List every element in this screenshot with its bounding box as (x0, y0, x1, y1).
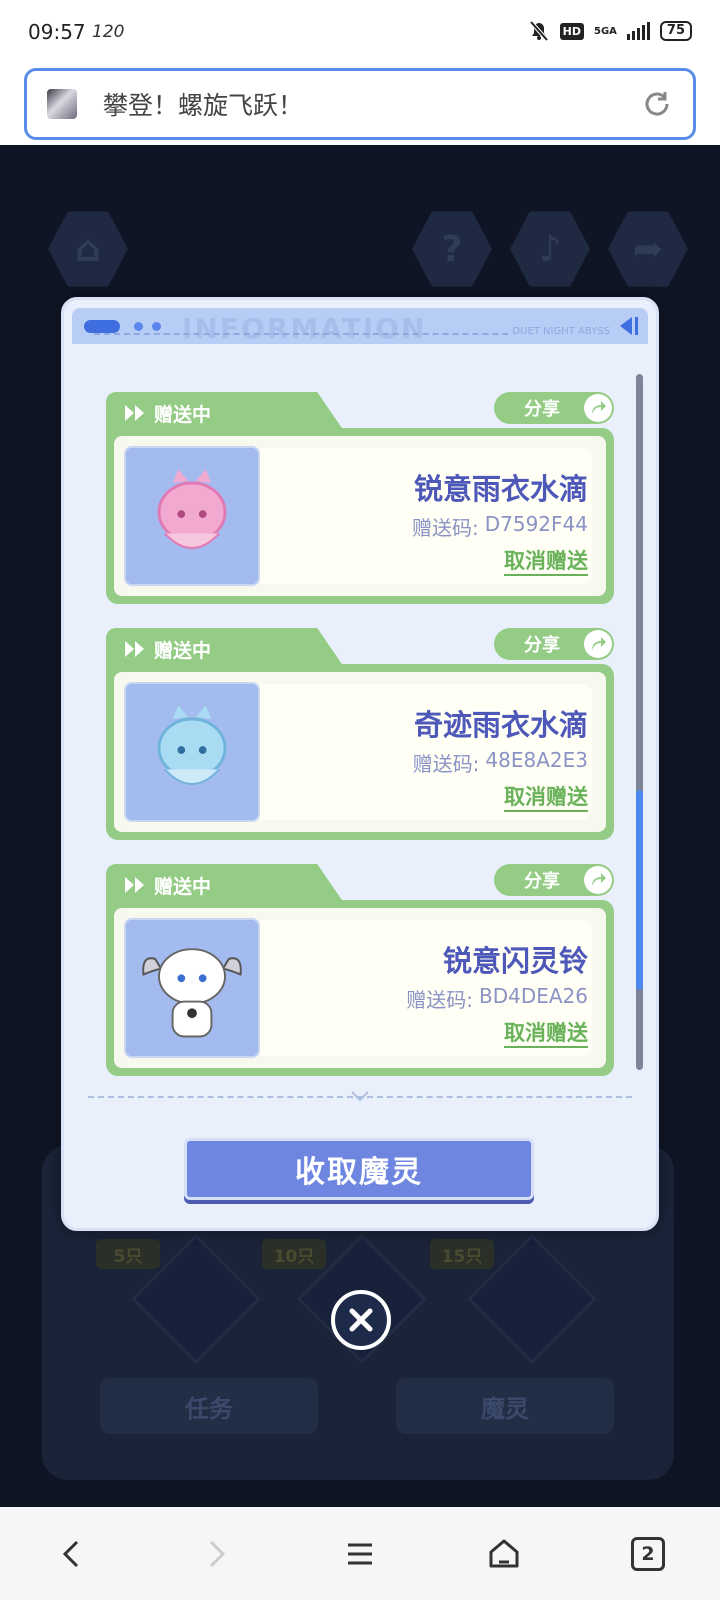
cancel-gift-link[interactable]: 取消赠送 (504, 1020, 588, 1048)
network-type: 5GA (594, 25, 617, 37)
gift-card: 赠送中 分享 奇迹雨衣水滴 赠送码: 48E8A2E3 取消赠送 (106, 628, 614, 842)
card-inner: 奇迹雨衣水滴 赠送码: 48E8A2E3 取消赠送 (114, 672, 606, 832)
share-label: 分享 (524, 399, 560, 420)
share-label: 分享 (524, 635, 560, 656)
gift-status: 赠送中 (154, 875, 212, 898)
gift-code-value: BD4DEA26 (478, 984, 588, 1008)
card-inner: 锐意雨衣水滴 赠送码: D7592F44 取消赠送 (114, 436, 606, 596)
fast-forward-icon (125, 641, 144, 657)
gift-code: 赠送码: BD4DEA26 (406, 984, 588, 1013)
share-button[interactable]: 分享 (494, 864, 614, 896)
item-name: 奇迹雨衣水滴 (413, 708, 588, 742)
gift-status: 赠送中 (154, 403, 212, 426)
gift-code-label: 赠送码: (412, 752, 480, 776)
gift-code-label: 赠送码: (411, 516, 479, 540)
gift-code-label: 赠送码: (406, 988, 473, 1012)
share-button[interactable]: 分享 (494, 392, 614, 424)
battery-indicator: 75 (659, 21, 692, 41)
status-bar: 09:57 120 HD 5GA 75 (0, 0, 720, 66)
fast-forward-icon (125, 405, 144, 421)
item-name: 锐意雨衣水滴 (413, 472, 588, 506)
collect-spirit-button[interactable]: 收取魔灵 (184, 1138, 534, 1200)
scrollbar-thumb[interactable] (636, 790, 643, 990)
item-thumbnail (124, 682, 260, 822)
share-label: 分享 (524, 871, 560, 892)
close-icon (349, 1308, 373, 1332)
milestone-badge: 10只 (262, 1239, 326, 1269)
refresh-rate-indicator: 120 (92, 22, 125, 42)
card-inner: 锐意闪灵铃 赠送码: BD4DEA26 取消赠送 (114, 908, 606, 1068)
chevron-down-icon (351, 1091, 369, 1102)
close-button[interactable] (331, 1290, 391, 1350)
milestone-badge: 15只 (430, 1239, 494, 1269)
share-arrow-icon (584, 630, 612, 658)
card-body: 奇迹雨衣水滴 赠送码: 48E8A2E3 取消赠送 (106, 664, 614, 840)
home-button[interactable] (432, 1507, 576, 1600)
chevron-left-icon (62, 1540, 79, 1567)
tab-count: 2 (631, 1536, 665, 1571)
card-body: 锐意雨衣水滴 赠送码: D7592F44 取消赠送 (106, 428, 614, 604)
item-thumbnail (124, 918, 260, 1058)
gift-code-value: D7592F44 (484, 512, 588, 536)
item-thumbnail (124, 446, 260, 586)
chevron-right-icon (209, 1540, 226, 1567)
gift-card: 赠送中 分享 锐意雨衣水滴 赠送码: D7592F44 取消赠送 (106, 392, 614, 606)
share-arrow-icon (584, 394, 612, 422)
task-tab[interactable]: 任务 (100, 1378, 318, 1434)
gift-status: 赠送中 (154, 639, 212, 662)
share-arrow-icon (584, 866, 612, 894)
share-button[interactable]: 分享 (494, 628, 614, 660)
reload-icon[interactable] (641, 88, 673, 120)
fast-forward-icon (125, 877, 144, 893)
forward-button[interactable] (144, 1507, 288, 1600)
cancel-gift-link[interactable]: 取消赠送 (504, 548, 588, 576)
gift-card: 赠送中 分享 锐意闪灵铃 赠送码: BD4DEA26 取消赠送 (106, 864, 614, 1078)
signal-icon (626, 22, 650, 40)
home-outline-icon (489, 1539, 519, 1567)
site-avatar-icon (47, 89, 77, 119)
footer-divider (88, 1091, 632, 1102)
address-bar[interactable]: 攀登！螺旋飞跃！ (24, 68, 696, 140)
cancel-gift-link[interactable]: 取消赠送 (504, 784, 588, 812)
spirit-tab[interactable]: 魔灵 (396, 1378, 614, 1434)
gift-list-modal: INFORMATION DUET NIGHT ABYSS 赠送中 分享 锐意雨衣… (61, 297, 659, 1231)
back-button[interactable] (0, 1507, 144, 1600)
gift-code: 赠送码: 48E8A2E3 (413, 748, 588, 777)
music-icon[interactable]: ♪ (510, 211, 590, 287)
status-time: 09:57 (28, 20, 86, 44)
page-title: 攀登！螺旋飞跃！ (103, 91, 304, 120)
gift-code-value: 48E8A2E3 (485, 748, 588, 772)
help-icon[interactable]: ? (412, 211, 492, 287)
card-body: 锐意闪灵铃 赠送码: BD4DEA26 取消赠送 (106, 900, 614, 1076)
item-name: 锐意闪灵铃 (442, 944, 588, 978)
home-icon[interactable]: ⌂ (48, 211, 128, 287)
menu-button[interactable] (288, 1507, 432, 1600)
hd-badge: HD (559, 22, 584, 40)
menu-icon (348, 1543, 372, 1564)
status-icons: HD 5GA 75 (528, 20, 692, 42)
share-hex-icon[interactable]: ➦ (608, 211, 688, 287)
mute-bell-icon (529, 20, 549, 42)
tabs-button[interactable]: 2 (576, 1507, 720, 1600)
milestone-badge: 5只 (96, 1239, 160, 1269)
gift-code: 赠送码: D7592F44 (412, 512, 588, 541)
browser-nav-bar: 2 (0, 1507, 720, 1600)
